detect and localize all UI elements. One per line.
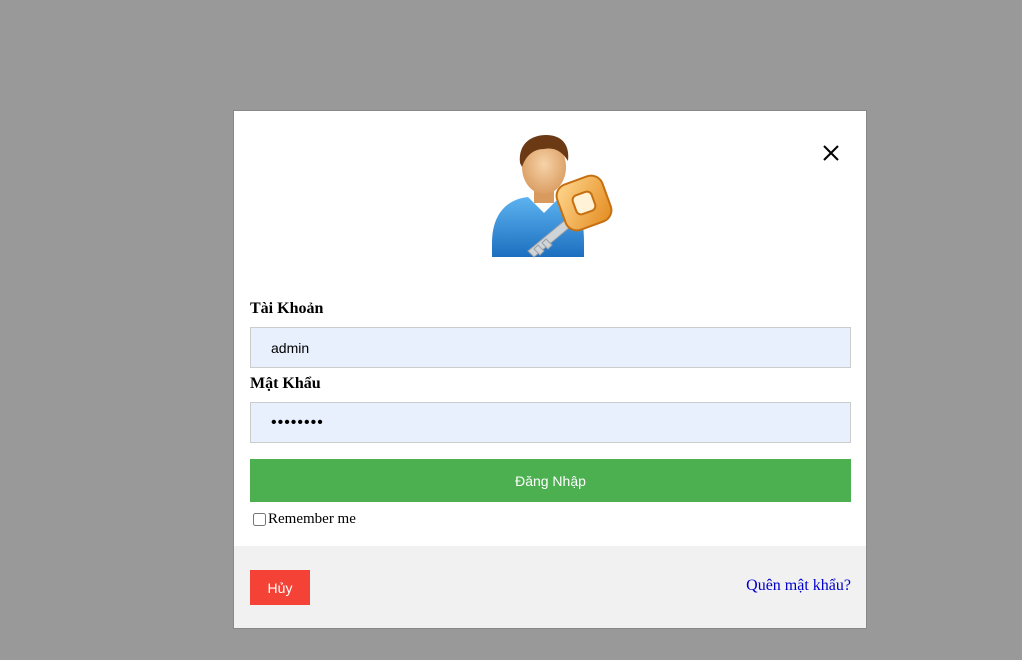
modal-footer: Hủy Quên mật khẩu?: [234, 546, 866, 628]
password-label: Mật Khẩu: [250, 375, 321, 392]
remember-me[interactable]: Remember me: [253, 511, 356, 528]
login-button[interactable]: Đăng Nhập: [250, 459, 851, 502]
forgot-password-link[interactable]: Quên mật khẩu?: [746, 577, 851, 595]
user-key-icon: [492, 135, 613, 258]
username-label: Tài Khoản: [250, 300, 324, 317]
username-input[interactable]: [250, 327, 851, 368]
remember-label: Remember me: [268, 511, 356, 527]
password-input[interactable]: [250, 402, 851, 443]
login-modal: Tài Khoản Mật Khẩu Đăng Nhập Remember me…: [233, 110, 867, 629]
remember-checkbox[interactable]: [253, 513, 266, 526]
close-icon[interactable]: [821, 143, 841, 163]
cancel-button[interactable]: Hủy: [250, 570, 310, 605]
